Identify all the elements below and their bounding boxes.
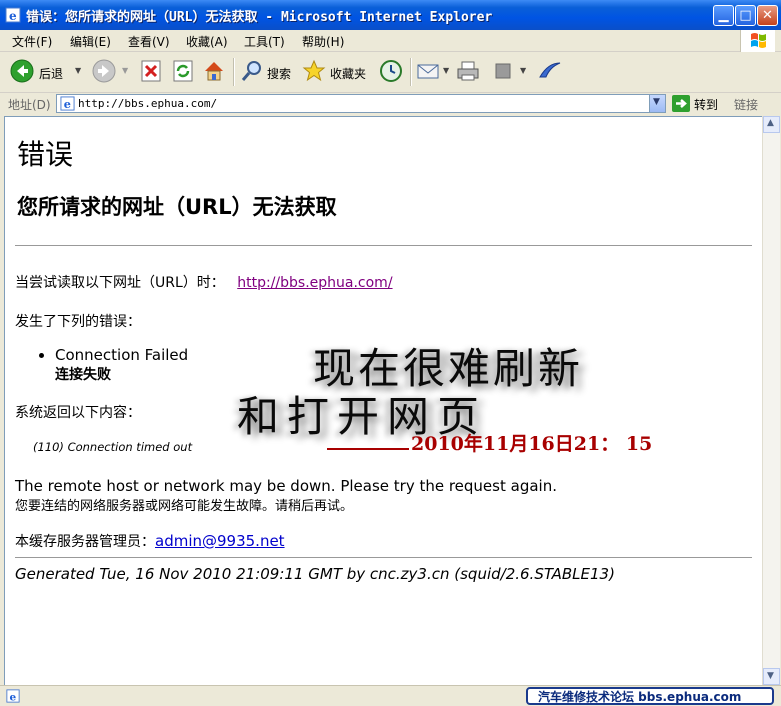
print-button[interactable] [455, 59, 481, 85]
address-input[interactable]: e http://bbs.ephua.com/ ▼ [56, 94, 666, 113]
back-button[interactable]: 后退 [10, 59, 74, 85]
svg-text:e: e [9, 9, 17, 23]
forward-button[interactable] [92, 59, 116, 85]
try-text: 当尝试读取以下网址（URL）时： [15, 275, 225, 291]
star-icon [302, 59, 326, 82]
mail-dropdown-icon[interactable]: ▼ [443, 66, 449, 92]
forward-arrow-icon [92, 59, 116, 83]
edit-dropdown-icon[interactable]: ▼ [520, 66, 526, 92]
bullet-icon [39, 353, 44, 358]
go-label: 转到 [694, 98, 719, 112]
divider [15, 245, 752, 246]
admin-email-link[interactable]: admin@9935.net [155, 532, 285, 550]
returned-intro: 系统返回以下内容： [15, 405, 141, 421]
menu-bar: 文件(F) 编辑(E) 查看(V) 收藏(A) 工具(T) 帮助(H) [0, 30, 781, 52]
divider [15, 557, 752, 558]
try-line: 当尝试读取以下网址（URL）时： http://bbs.ephua.com/ [15, 272, 393, 292]
menu-file[interactable]: 文件(F) [12, 33, 52, 50]
refresh-button[interactable] [172, 59, 194, 85]
overlay-date: 2010年11月16日21： 15 [327, 429, 652, 456]
status-page-icon: e [6, 689, 20, 703]
search-button[interactable]: 搜索 [240, 59, 296, 85]
remote-message-cn: 您要连结的网络服务器或网络可能发生故障。请稍后再试。 [15, 499, 354, 514]
forum-watermark: 汽车维修技术论坛 bbs.ephua.com [526, 687, 774, 705]
favorites-label: 收藏夹 [330, 67, 367, 81]
error-intro: 发生了下列的错误： [15, 314, 141, 330]
menu-favorites[interactable]: 收藏(A) [186, 33, 228, 50]
forward-dropdown-icon[interactable]: ▼ [122, 66, 128, 92]
overlay-date-text: 2010年11月16日21： 15 [411, 433, 653, 455]
maximize-button[interactable]: □ [735, 5, 756, 26]
menu-edit[interactable]: 编辑(E) [70, 33, 111, 50]
vertical-scrollbar[interactable]: ▲ ▼ [762, 116, 780, 685]
links-button[interactable]: 链接 [734, 96, 758, 113]
toolbar-separator [233, 58, 235, 86]
error-subtitle: 连接失败 [55, 367, 111, 383]
scroll-up-button[interactable]: ▲ [763, 116, 780, 133]
maximize-icon: □ [739, 8, 752, 23]
ie-icon: e [5, 7, 21, 23]
menu-tools[interactable]: 工具(T) [244, 33, 285, 50]
generated-footer: Generated Tue, 16 Nov 2010 21:09:11 GMT … [15, 565, 615, 583]
status-bar: e 汽车维修技术论坛 bbs.ephua.com [0, 685, 781, 706]
admin-line: 本缓存服务器管理员：admin@9935.net [15, 531, 285, 551]
error-title: Connection Failed [55, 346, 189, 364]
history-button[interactable] [378, 59, 404, 85]
browser-window: e 错误：您所请求的网址（URL）无法获取 - Microsoft Intern… [0, 0, 781, 706]
timeout-message: (110) Connection timed out [33, 440, 193, 454]
back-label: 后退 [39, 67, 64, 81]
window-title: 错误：您所请求的网址（URL）无法获取 - Microsoft Internet… [26, 10, 493, 25]
edit-icon [495, 63, 511, 79]
address-label: 地址(D) [8, 98, 51, 112]
menu-help[interactable]: 帮助(H) [302, 33, 344, 50]
refresh-icon [173, 60, 193, 82]
windows-logo [740, 30, 775, 52]
favorites-button[interactable]: 收藏夹 [302, 59, 370, 85]
printer-icon [457, 61, 479, 81]
address-bar: 地址(D) e http://bbs.ephua.com/ ▼ 转到 链接 [0, 93, 781, 115]
windows-flag-icon [751, 33, 766, 48]
mail-button[interactable] [416, 59, 442, 85]
search-icon [241, 61, 261, 81]
title-bar: e 错误：您所请求的网址（URL）无法获取 - Microsoft Intern… [0, 0, 781, 30]
admin-label: 本缓存服务器管理员： [15, 534, 155, 550]
chevron-up-icon: ▲ [767, 118, 774, 128]
try-url-link[interactable]: http://bbs.ephua.com/ [237, 275, 392, 291]
page-content: 错误 您所请求的网址（URL）无法获取 当尝试读取以下网址（URL）时： htt… [4, 116, 763, 686]
svg-text:e: e [10, 691, 17, 703]
chevron-down-icon: ▼ [767, 671, 774, 681]
toolbar: 后退 ▼ ▼ 搜索 收藏夹 ▼ ▼ [0, 52, 781, 93]
toolbar-separator [410, 58, 412, 86]
chevron-down-icon: ▼ [653, 97, 660, 107]
address-url: http://bbs.ephua.com/ [78, 97, 218, 110]
menu-view[interactable]: 查看(V) [128, 33, 170, 50]
minimize-button[interactable]: ▁ [713, 5, 734, 26]
search-label: 搜索 [267, 67, 292, 81]
home-button[interactable] [202, 59, 226, 85]
stop-icon [141, 60, 161, 82]
go-arrow-icon [672, 95, 690, 112]
page-subheading: 您所请求的网址（URL）无法获取 [17, 195, 337, 219]
overlay-underline [327, 448, 409, 450]
back-dropdown-icon[interactable]: ▼ [75, 66, 81, 92]
home-icon [205, 62, 223, 81]
messenger-button[interactable] [536, 59, 564, 85]
stop-button[interactable] [140, 59, 162, 85]
close-button[interactable]: ✕ [757, 5, 778, 26]
page-icon: e [60, 96, 75, 111]
edit-button[interactable] [492, 59, 514, 85]
messenger-icon [539, 62, 561, 78]
back-arrow-icon [10, 59, 34, 83]
mail-icon [417, 64, 439, 79]
page-heading: 错误 [17, 138, 74, 171]
history-icon [380, 60, 402, 82]
minimize-icon: ▁ [718, 8, 729, 23]
address-dropdown-button[interactable]: ▼ [649, 95, 665, 112]
scroll-down-button[interactable]: ▼ [763, 668, 780, 685]
close-icon: ✕ [762, 8, 773, 23]
remote-message-en: The remote host or network may be down. … [15, 477, 557, 495]
svg-text:e: e [64, 97, 71, 111]
